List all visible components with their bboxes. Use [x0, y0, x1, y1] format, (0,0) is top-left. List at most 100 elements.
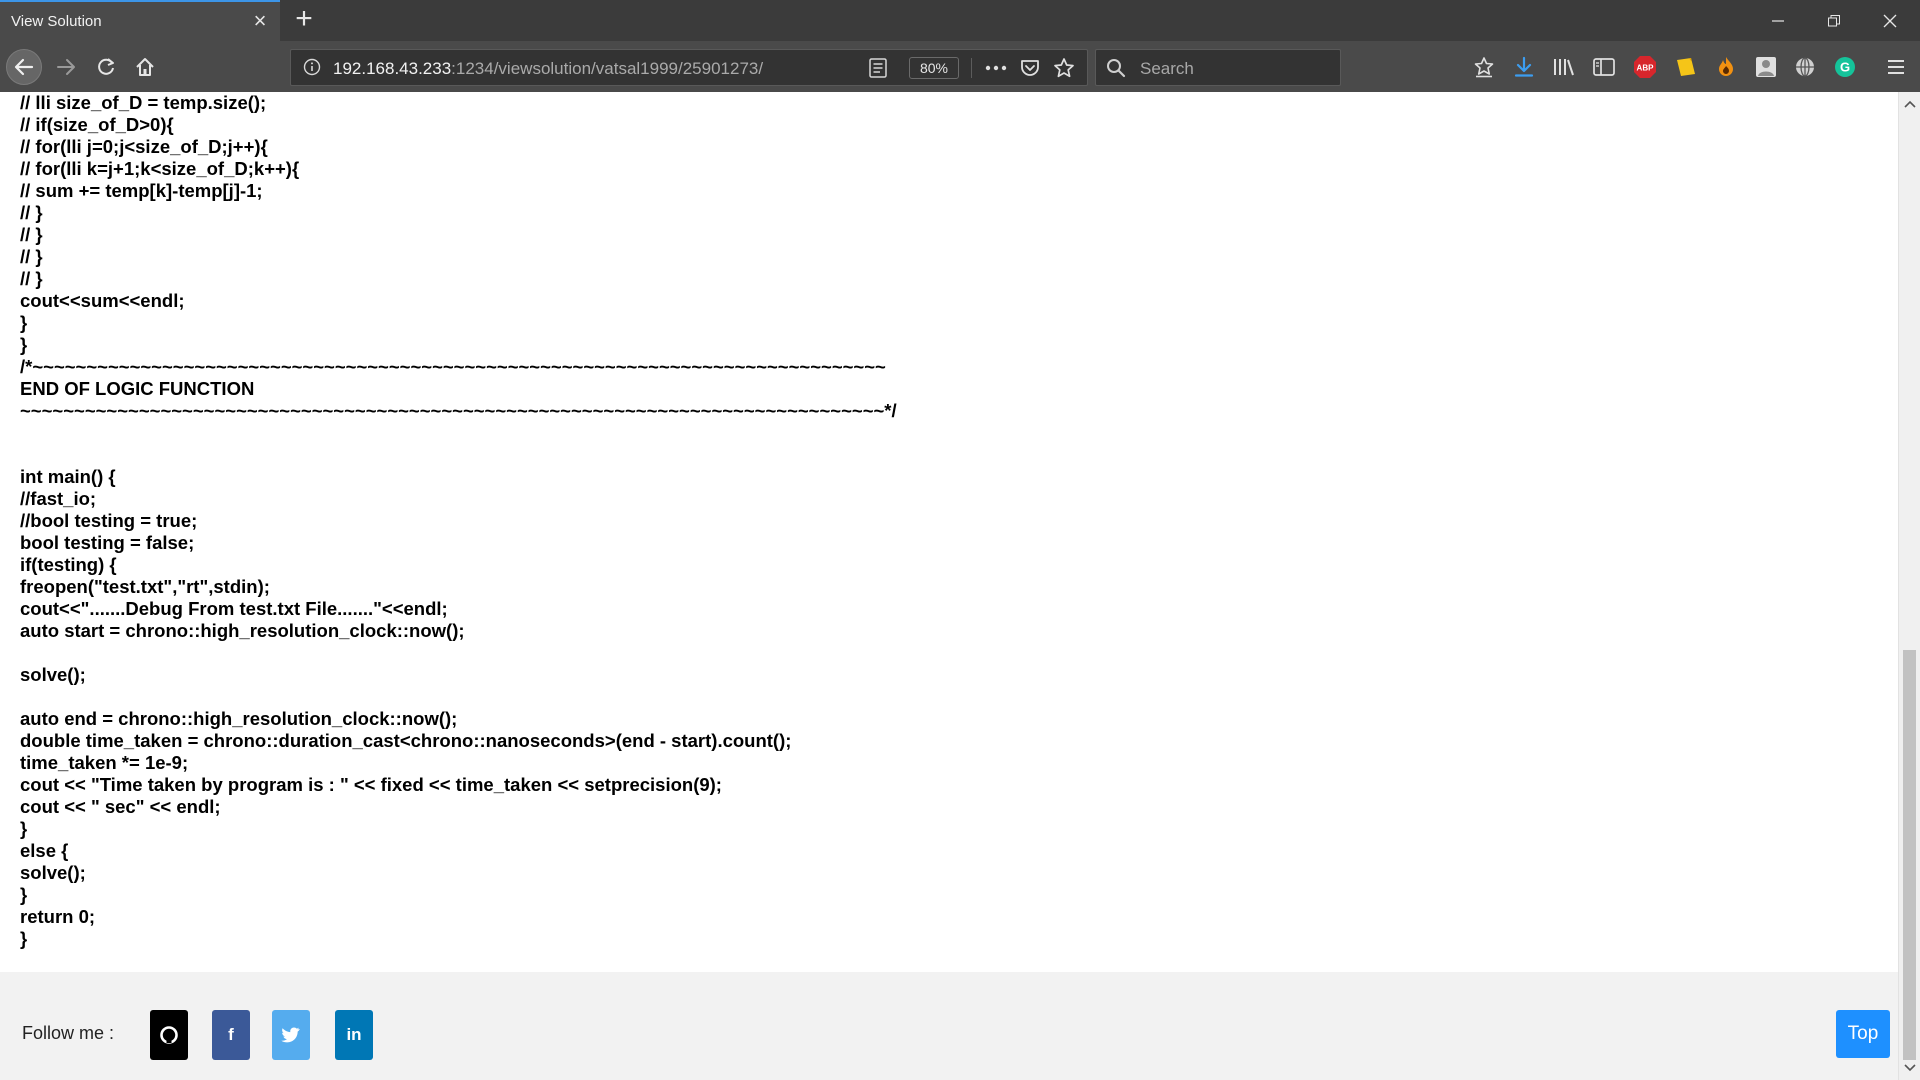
- search-bar[interactable]: Search: [1095, 49, 1341, 86]
- code-line: return 0;: [20, 906, 96, 927]
- minimize-icon: [1772, 19, 1784, 22]
- code-line: int main() {: [20, 466, 116, 487]
- library-icon: [1554, 59, 1574, 76]
- globe-extension-button[interactable]: [1791, 53, 1819, 81]
- url-bar-divider: [971, 58, 972, 78]
- forward-button[interactable]: [48, 49, 84, 85]
- home-icon: [136, 58, 154, 76]
- solution-code-block: // lli size_of_D = temp.size(); // if(si…: [20, 92, 897, 950]
- code-line: // }: [20, 202, 43, 223]
- fire-extension-button[interactable]: [1712, 53, 1740, 81]
- back-to-top-button[interactable]: Top: [1836, 1010, 1890, 1058]
- page-content: // lli size_of_D = temp.size(); // if(si…: [0, 92, 1898, 972]
- code-line: //bool testing = true;: [20, 510, 198, 531]
- close-window-button[interactable]: [1862, 0, 1918, 41]
- reader-view-icon[interactable]: [869, 58, 887, 78]
- bookmark-star-icon[interactable]: [1053, 57, 1075, 79]
- hamburger-icon: [1888, 60, 1904, 74]
- url-path: :1234/viewsolution/vatsal1999/25901273/: [451, 59, 764, 78]
- code-line: time_taken *= 1e-9;: [20, 752, 189, 773]
- nav-toolbar: 192.168.43.233:1234/viewsolution/vatsal1…: [0, 41, 1920, 92]
- abp-label: ABP: [1637, 64, 1655, 73]
- code-line: cout << "Time taken by program is : " <<…: [20, 774, 722, 795]
- reload-button[interactable]: [88, 49, 124, 85]
- zoom-level-badge[interactable]: 80%: [909, 57, 959, 79]
- code-line: // for(lli j=0;j<size_of_D;j++){: [20, 136, 268, 157]
- note-icon: [1677, 58, 1695, 76]
- tab-close-icon[interactable]: ×: [250, 10, 270, 32]
- code-line: freopen("test.txt","rt",stdin);: [20, 576, 270, 597]
- grammarly-icon: G: [1835, 57, 1855, 77]
- code-line: // }: [20, 224, 43, 245]
- info-icon[interactable]: [303, 58, 321, 76]
- code-line: // if(size_of_D>0){: [20, 114, 174, 135]
- code-line: // lli size_of_D = temp.size();: [20, 92, 267, 113]
- code-line: auto end = chrono::high_resolution_clock…: [20, 708, 458, 729]
- tab-title: View Solution: [11, 13, 102, 30]
- github-icon: [160, 1026, 178, 1044]
- downloads-button[interactable]: [1510, 53, 1538, 81]
- new-tab-plus-icon[interactable]: +: [290, 4, 318, 34]
- arrow-left-icon: [14, 58, 34, 76]
- code-line: }: [20, 928, 28, 949]
- code-line: cout<<sum<<endl;: [20, 290, 185, 311]
- url-bar[interactable]: 192.168.43.233:1234/viewsolution/vatsal1…: [290, 49, 1088, 86]
- back-button[interactable]: [6, 49, 42, 85]
- twitter-link-button[interactable]: [272, 1010, 310, 1060]
- pocket-icon[interactable]: [1019, 57, 1041, 79]
- restore-icon: [1828, 14, 1840, 26]
- twitter-icon: [281, 1027, 300, 1043]
- user-card-icon: [1756, 57, 1776, 77]
- follow-me-label: Follow me :: [22, 1023, 115, 1043]
- facebook-icon: f: [228, 1025, 234, 1044]
- code-line: double time_taken = chrono::duration_cas…: [20, 730, 792, 751]
- fire-icon: [1719, 57, 1733, 76]
- grammarly-label: G: [1840, 60, 1850, 75]
- github-link-button[interactable]: [150, 1010, 188, 1060]
- code-line: // }: [20, 246, 43, 267]
- code-line: }: [20, 818, 28, 839]
- grammarly-button[interactable]: G: [1831, 53, 1859, 81]
- profile-extension-button[interactable]: [1752, 53, 1780, 81]
- url-text[interactable]: 192.168.43.233:1234/viewsolution/vatsal1…: [333, 59, 763, 79]
- tab-view-solution[interactable]: View Solution ×: [0, 0, 280, 41]
- scrollbar-thumb[interactable]: [1903, 650, 1916, 1060]
- hamburger-menu-button[interactable]: [1882, 53, 1910, 81]
- page-scrollbar[interactable]: [1898, 92, 1920, 1080]
- linkedin-link-button[interactable]: in: [335, 1010, 373, 1060]
- code-line: }: [20, 884, 28, 905]
- code-line: }: [20, 334, 28, 355]
- facebook-link-button[interactable]: f: [212, 1010, 250, 1060]
- adblock-plus-button[interactable]: ABP: [1631, 53, 1659, 81]
- code-line: ~~~~~~~~~~~~~~~~~~~~~~~~~~~~~~~~~~~~~~~~…: [20, 400, 897, 421]
- search-icon: [1107, 59, 1126, 78]
- code-line: cout << " sec" << endl;: [20, 796, 221, 817]
- adblock-plus-icon: ABP: [1634, 56, 1656, 78]
- star-list-icon: [1474, 57, 1494, 78]
- code-line: // }: [20, 268, 43, 289]
- code-line: if(testing) {: [20, 554, 117, 575]
- page-footer: Follow me : f in Top: [0, 972, 1898, 1080]
- library-button[interactable]: [1550, 53, 1578, 81]
- globe-icon: [1796, 57, 1814, 77]
- bookmarks-star-menu-button[interactable]: [1470, 53, 1498, 81]
- scroll-up-chevron-icon[interactable]: [1904, 98, 1916, 110]
- scroll-down-chevron-icon[interactable]: [1904, 1062, 1916, 1074]
- page-actions-ellipsis-icon[interactable]: [985, 58, 1007, 78]
- sidebar-toggle-button[interactable]: [1590, 53, 1618, 81]
- reload-icon: [98, 58, 114, 75]
- sidebar-icon: [1593, 58, 1615, 76]
- code-line: cout<<".......Debug From test.txt File..…: [20, 598, 448, 619]
- search-placeholder: Search: [1140, 59, 1194, 78]
- download-arrow-icon: [1514, 56, 1534, 77]
- notes-extension-button[interactable]: [1672, 53, 1700, 81]
- minimize-button[interactable]: [1750, 0, 1806, 41]
- code-line: solve();: [20, 664, 86, 685]
- code-line: auto start = chrono::high_resolution_clo…: [20, 620, 465, 641]
- close-icon: [1883, 14, 1897, 27]
- restore-button[interactable]: [1806, 0, 1862, 41]
- url-host: 192.168.43.233: [333, 59, 452, 78]
- home-button[interactable]: [127, 49, 163, 85]
- code-line: /*~~~~~~~~~~~~~~~~~~~~~~~~~~~~~~~~~~~~~~…: [20, 356, 886, 377]
- code-line: bool testing = false;: [20, 532, 195, 553]
